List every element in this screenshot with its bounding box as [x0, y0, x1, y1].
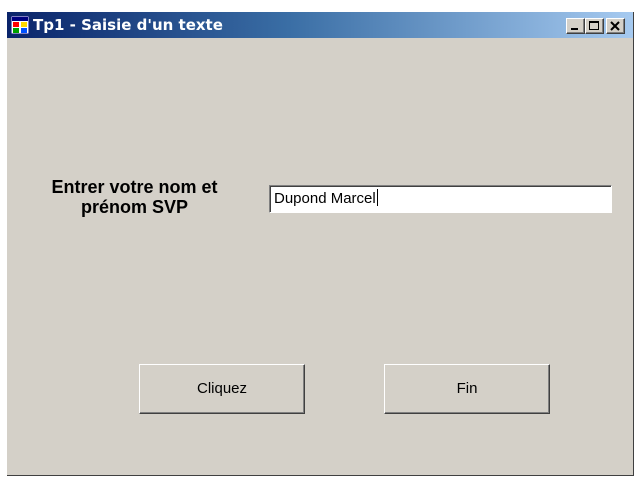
- window-title: Tp1 - Saisie d'un texte: [33, 16, 223, 34]
- maximize-button[interactable]: [585, 18, 604, 34]
- close-button[interactable]: [606, 18, 625, 34]
- minimize-icon: [571, 28, 578, 30]
- maximize-icon: [589, 21, 599, 30]
- name-input-value: Dupond Marcel: [274, 190, 376, 207]
- prompt-line-2: prénom SVP: [80, 197, 189, 217]
- cliquez-button[interactable]: Cliquez: [139, 364, 305, 414]
- title-bar[interactable]: Tp1 - Saisie d'un texte: [7, 12, 633, 38]
- prompt-line-1: Entrer votre nom et: [51, 177, 218, 197]
- text-caret: [376, 189, 378, 206]
- fin-button[interactable]: Fin: [384, 364, 550, 414]
- minimize-button[interactable]: [566, 18, 585, 34]
- name-input[interactable]: Dupond Marcel: [269, 185, 612, 213]
- app-window: Tp1 - Saisie d'un texte Entrer votre nom…: [7, 12, 634, 476]
- close-icon: [610, 21, 620, 31]
- app-window-icon[interactable]: [10, 15, 30, 35]
- name-prompt-label: Entrer votre nom et prénom SVP: [37, 177, 232, 217]
